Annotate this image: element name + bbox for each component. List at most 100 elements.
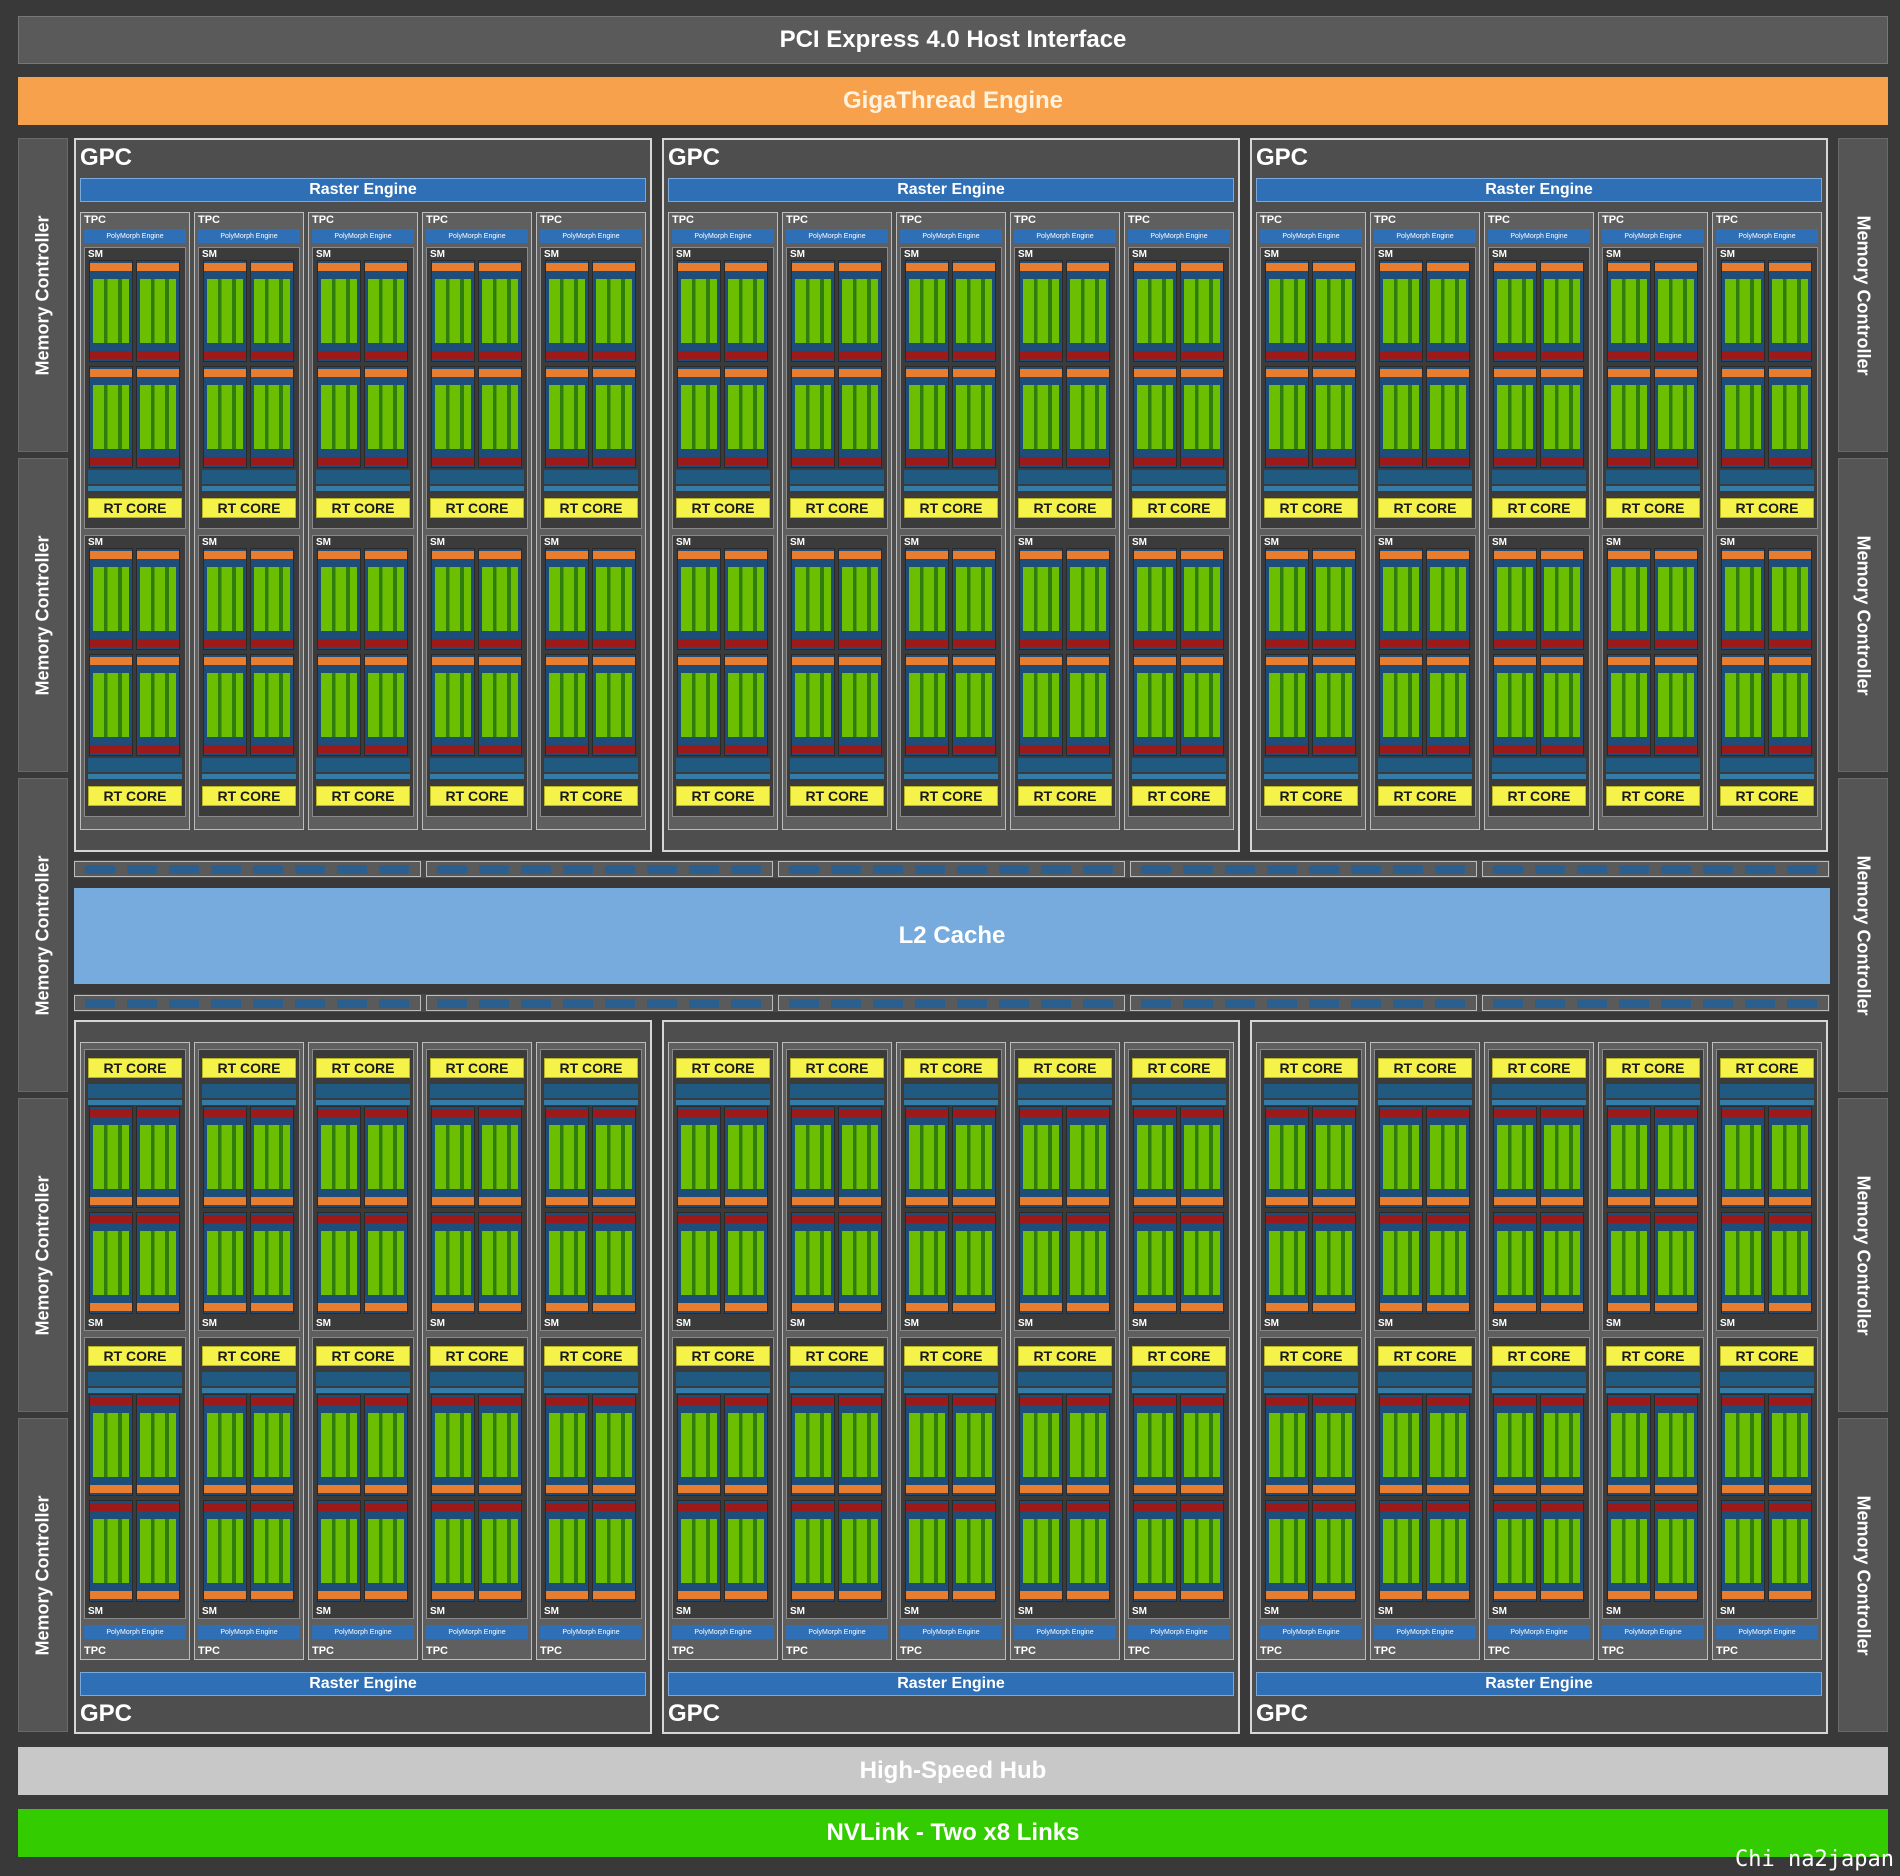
- gpc-label: GPC: [668, 1700, 721, 1727]
- load-store-strip: [953, 1109, 995, 1117]
- polymorph-engine: PolyMorph Engine: [1260, 229, 1362, 243]
- sm-label: SM: [544, 537, 559, 548]
- load-store-strip: [1427, 745, 1469, 753]
- load-store-strip: [479, 457, 521, 465]
- sm-block: SM RT CORE: [1488, 1337, 1590, 1619]
- sm-label: SM: [316, 537, 331, 548]
- sm-label: SM: [430, 249, 445, 260]
- processing-block: [364, 1500, 408, 1602]
- register-file-strip: [204, 657, 246, 665]
- load-store-strip: [1181, 1503, 1223, 1511]
- cuda-cores: [1023, 279, 1059, 343]
- cuda-cores: [1725, 385, 1761, 449]
- crossbar-port: [1225, 865, 1255, 874]
- cuda-cores: [1611, 1519, 1647, 1583]
- register-file-strip: [1380, 263, 1422, 271]
- load-store-strip: [546, 1397, 588, 1405]
- sm-block: SM RT CORE: [1374, 1049, 1476, 1331]
- rt-core: RT CORE: [316, 786, 410, 806]
- load-store-strip: [792, 457, 834, 465]
- register-file-strip: [1313, 1591, 1355, 1599]
- register-file-strip: [1134, 1591, 1176, 1599]
- register-file-strip: [839, 657, 881, 665]
- processing-block: [1426, 1500, 1470, 1602]
- sm-label: SM: [430, 537, 445, 548]
- tpc-label: TPC: [786, 1645, 808, 1657]
- register-file-strip: [1020, 369, 1062, 377]
- l1-cache-strip: [1018, 774, 1112, 779]
- crossbar-segment: [778, 861, 1125, 877]
- processing-block: [1426, 366, 1470, 468]
- processing-block: [364, 260, 408, 362]
- register-file-strip: [953, 1485, 995, 1493]
- register-file-strip: [365, 551, 407, 559]
- l1-cache-strip: [1018, 1100, 1112, 1105]
- cuda-cores: [254, 1413, 290, 1477]
- texture-unit: [790, 1084, 884, 1098]
- load-store-strip: [432, 1215, 474, 1223]
- crossbar-port: [1577, 999, 1607, 1008]
- tpc-block: TPC PolyMorph Engine SM RT CORE SM RT CORE: [1598, 1042, 1708, 1660]
- load-store-strip: [137, 1397, 179, 1405]
- crossbar-port: [437, 865, 467, 874]
- sm-label: SM: [88, 249, 103, 260]
- register-file-strip: [204, 263, 246, 271]
- cuda-cores: [1611, 1231, 1647, 1295]
- load-store-strip: [1020, 745, 1062, 753]
- sm-label: SM: [1606, 537, 1621, 548]
- register-file-strip: [792, 263, 834, 271]
- cuda-cores: [728, 1413, 764, 1477]
- sm-label: SM: [790, 1606, 805, 1617]
- processing-block: [136, 260, 180, 362]
- sm-label: SM: [1720, 537, 1735, 548]
- crossbar-port: [521, 999, 551, 1008]
- l1-cache-strip: [316, 1388, 410, 1393]
- texture-unit: [676, 758, 770, 772]
- sm-label: SM: [1264, 1606, 1279, 1617]
- processing-block: [1133, 548, 1177, 650]
- register-file-strip: [1427, 1197, 1469, 1205]
- polymorph-engine: PolyMorph Engine: [786, 1625, 888, 1639]
- register-file-strip: [546, 1485, 588, 1493]
- load-store-strip: [1608, 1215, 1650, 1223]
- load-store-strip: [725, 1109, 767, 1117]
- processing-block: [478, 366, 522, 468]
- processing-block: [838, 260, 882, 362]
- register-file-strip: [1427, 657, 1469, 665]
- processing-block: [1019, 1500, 1063, 1602]
- processing-block: [1721, 260, 1765, 362]
- processing-block: [478, 1394, 522, 1496]
- processing-block: [1133, 260, 1177, 362]
- gigathread-engine-label: GigaThread Engine: [842, 87, 1064, 114]
- crossbar-port: [1141, 865, 1171, 874]
- sm-label: SM: [1720, 249, 1735, 260]
- processing-block: [317, 1106, 361, 1208]
- cuda-cores: [1725, 1125, 1761, 1189]
- cuda-cores: [93, 567, 129, 631]
- crossbar-port: [1041, 865, 1071, 874]
- register-file-strip: [90, 657, 132, 665]
- cuda-cores: [435, 385, 471, 449]
- sm-label: SM: [88, 1606, 103, 1617]
- rt-core: RT CORE: [316, 498, 410, 518]
- texture-unit: [316, 758, 410, 772]
- cuda-cores: [681, 567, 717, 631]
- tpc-label: TPC: [426, 214, 448, 226]
- load-store-strip: [1313, 457, 1355, 465]
- texture-unit: [1378, 758, 1472, 772]
- load-store-strip: [318, 745, 360, 753]
- texture-unit: [316, 470, 410, 484]
- sm-block: SM RT CORE: [786, 247, 888, 529]
- processing-block: [1180, 548, 1224, 650]
- crossbar-port: [831, 865, 861, 874]
- load-store-strip: [906, 745, 948, 753]
- processing-block: [317, 654, 361, 756]
- cuda-cores: [1316, 1231, 1352, 1295]
- crossbar-port: [1267, 999, 1297, 1008]
- pcie-host-interface: PCI Express 4.0 Host Interface: [18, 16, 1888, 64]
- load-store-strip: [1722, 1109, 1764, 1117]
- texture-unit: [1606, 470, 1700, 484]
- load-store-strip: [593, 745, 635, 753]
- processing-block: [478, 1500, 522, 1602]
- processing-block: [1379, 1212, 1423, 1314]
